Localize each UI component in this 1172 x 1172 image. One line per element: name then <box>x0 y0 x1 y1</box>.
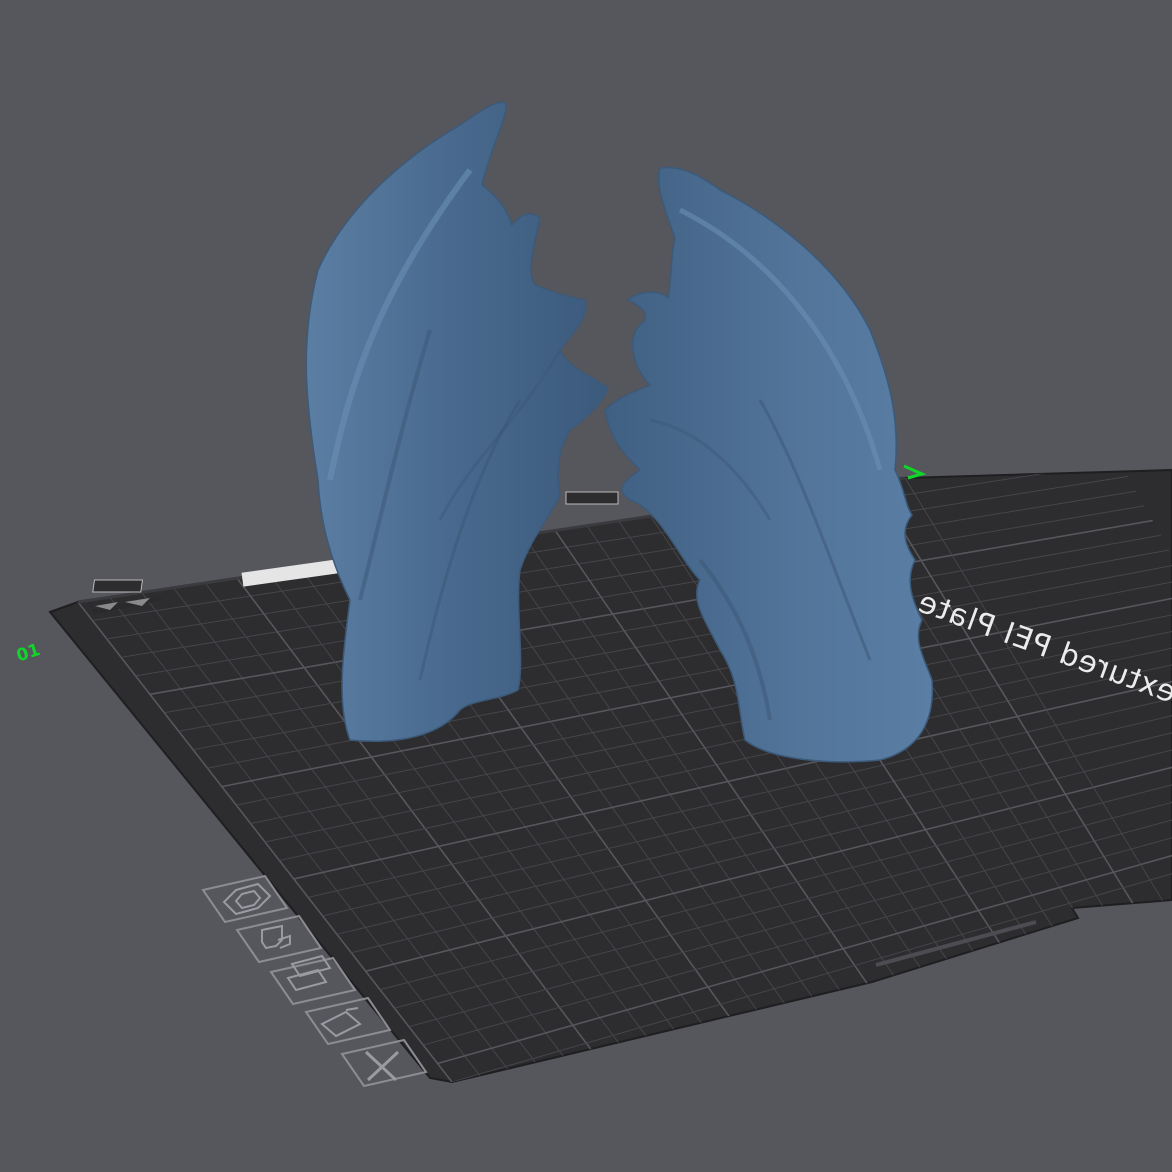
viewport-scene[interactable]: 01 Textured PEI Plate <box>0 0 1172 1172</box>
3d-viewport[interactable]: 01 Textured PEI Plate <box>0 0 1172 1172</box>
build-plate[interactable] <box>48 447 1172 1172</box>
axis-marker <box>903 464 927 480</box>
plate-index: 01 <box>14 640 43 666</box>
